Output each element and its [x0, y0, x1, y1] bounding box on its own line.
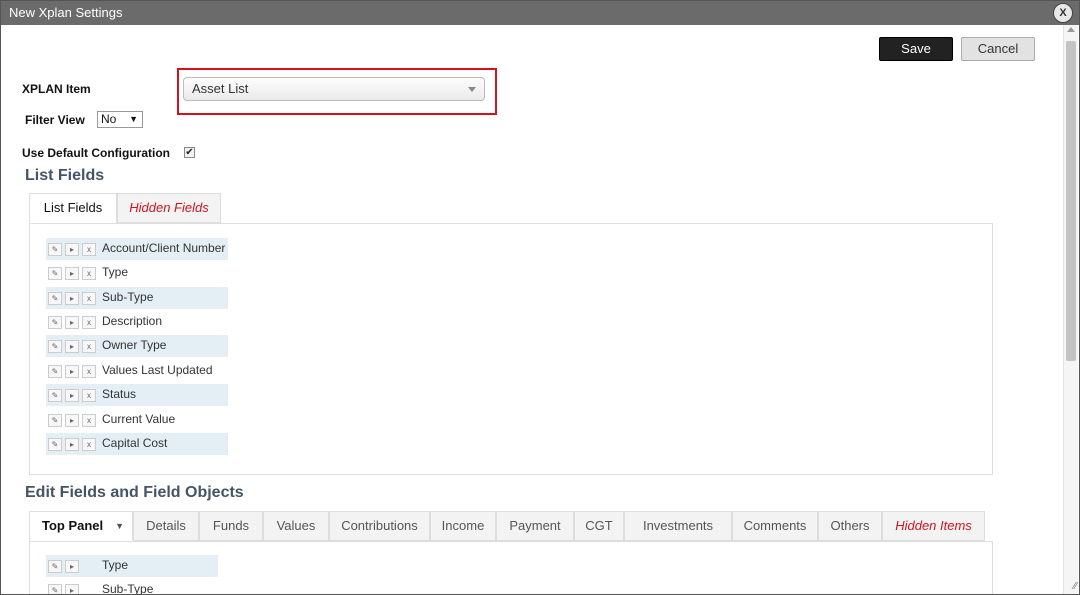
filter-view-label: Filter View [25, 113, 85, 127]
list-item[interactable]: ✎ ▸ x Owner Type [46, 335, 228, 357]
list-item-label: Owner Type [102, 338, 167, 352]
dialog-content: Save Cancel XPLAN Item Asset List Filter… [3, 25, 1063, 594]
tab-investments[interactable]: Investments [624, 511, 732, 541]
remove-icon[interactable]: x [82, 316, 96, 329]
dialog-title: New Xplan Settings [9, 5, 123, 20]
list-fields-panel: ✎ ▸ x Account/Client Number ✎ ▸ x Type ✎… [29, 223, 993, 475]
scroll-up-icon[interactable] [1067, 27, 1075, 32]
xplan-item-select[interactable]: Asset List [183, 77, 485, 101]
tab-cgt[interactable]: CGT [574, 511, 624, 541]
chevron-down-icon [468, 87, 476, 92]
list-item[interactable]: ✎ ▸ Type [46, 555, 218, 577]
tab-contributions[interactable]: Contributions [329, 511, 430, 541]
tab-top-panel-label: Top Panel [42, 518, 104, 533]
tab-comments[interactable]: Comments [732, 511, 818, 541]
tab-hidden-items[interactable]: Hidden Items [882, 511, 985, 541]
list-item[interactable]: ✎ ▸ x Type [46, 262, 228, 284]
arrow-right-icon[interactable]: ▸ [65, 365, 79, 378]
arrow-right-icon[interactable]: ▸ [65, 414, 79, 427]
list-item-label: Values Last Updated [102, 363, 213, 377]
edit-fields-heading: Edit Fields and Field Objects [25, 484, 244, 501]
tab-top-panel[interactable]: Top Panel ▼ [29, 511, 133, 541]
resize-grip-icon[interactable]: ⁄⁄ [1067, 582, 1077, 592]
list-item-label: Account/Client Number [102, 241, 226, 255]
remove-icon[interactable]: x [82, 340, 96, 353]
pencil-icon[interactable]: ✎ [48, 584, 62, 594]
tab-values[interactable]: Values [263, 511, 329, 541]
scroll-thumb[interactable] [1066, 41, 1076, 361]
pencil-icon[interactable]: ✎ [48, 243, 62, 256]
pencil-icon[interactable]: ✎ [48, 292, 62, 305]
list-item-label: Type [102, 558, 129, 572]
remove-icon[interactable]: x [82, 267, 96, 280]
arrow-right-icon[interactable]: ▸ [65, 584, 79, 594]
list-item-label: Description [102, 314, 163, 328]
list-item-label: Status [102, 387, 137, 401]
pencil-icon[interactable]: ✎ [48, 438, 62, 451]
arrow-right-icon[interactable]: ▸ [65, 389, 79, 402]
list-item-label: Capital Cost [102, 436, 168, 450]
pencil-icon[interactable]: ✎ [48, 267, 62, 280]
arrow-right-icon[interactable]: ▸ [65, 316, 79, 329]
triangle-down-icon: ▼ [129, 114, 138, 124]
pencil-icon[interactable]: ✎ [48, 365, 62, 378]
pencil-icon[interactable]: ✎ [48, 389, 62, 402]
use-default-checkbox[interactable]: ✔ [184, 147, 195, 158]
remove-icon[interactable]: x [82, 438, 96, 451]
pencil-icon[interactable]: ✎ [48, 560, 62, 573]
pencil-icon[interactable]: ✎ [48, 316, 62, 329]
list-item[interactable]: ✎ ▸ x Values Last Updated [46, 360, 228, 382]
remove-icon[interactable]: x [82, 414, 96, 427]
tab-income[interactable]: Income [430, 511, 496, 541]
remove-icon[interactable]: x [82, 243, 96, 256]
list-item-label: Sub-Type [102, 582, 154, 594]
xplan-item-label: XPLAN Item [22, 82, 91, 96]
list-item[interactable]: ✎ ▸ x Status [46, 384, 228, 406]
list-item-label: Current Value [102, 412, 176, 426]
tab-funds[interactable]: Funds [199, 511, 263, 541]
pencil-icon[interactable]: ✎ [48, 414, 62, 427]
tab-hidden-fields[interactable]: Hidden Fields [117, 193, 221, 223]
save-button[interactable]: Save [879, 37, 953, 61]
edit-fields-panel: ✎ ▸ Type ✎ ▸ Sub-Type [29, 541, 993, 594]
list-item[interactable]: ✎ ▸ x Capital Cost [46, 433, 228, 455]
chevron-down-icon: ▼ [115, 521, 124, 531]
arrow-right-icon[interactable]: ▸ [65, 267, 79, 280]
arrow-right-icon[interactable]: ▸ [65, 340, 79, 353]
use-default-label: Use Default Configuration [22, 146, 171, 160]
list-item[interactable]: ✎ ▸ x Account/Client Number [46, 238, 228, 260]
list-item[interactable]: ✎ ▸ x Description [46, 311, 228, 333]
tab-details[interactable]: Details [133, 511, 199, 541]
list-item[interactable]: ✎ ▸ Sub-Type [46, 579, 218, 594]
list-item[interactable]: ✎ ▸ x Current Value [46, 409, 228, 431]
filter-view-value: No [101, 112, 117, 126]
filter-view-select[interactable]: No ▼ [97, 111, 143, 128]
remove-icon[interactable]: x [82, 389, 96, 402]
tab-others[interactable]: Others [818, 511, 882, 541]
arrow-right-icon[interactable]: ▸ [65, 292, 79, 305]
xplan-item-value: Asset List [192, 81, 249, 96]
list-item-label: Sub-Type [102, 290, 154, 304]
arrow-right-icon[interactable]: ▸ [65, 560, 79, 573]
dialog-titlebar: New Xplan Settings [1, 1, 1079, 25]
settings-dialog: New Xplan Settings X Save Cancel XPLAN I… [0, 0, 1080, 595]
arrow-right-icon[interactable]: ▸ [65, 243, 79, 256]
list-item[interactable]: ✎ ▸ x Sub-Type [46, 287, 228, 309]
tab-list-fields[interactable]: List Fields [29, 193, 117, 223]
cancel-button[interactable]: Cancel [961, 37, 1035, 61]
remove-icon[interactable]: x [82, 292, 96, 305]
arrow-right-icon[interactable]: ▸ [65, 438, 79, 451]
list-fields-heading: List Fields [25, 167, 105, 184]
tab-payment[interactable]: Payment [496, 511, 574, 541]
pencil-icon[interactable]: ✎ [48, 340, 62, 353]
close-icon[interactable]: X [1053, 3, 1073, 23]
remove-icon[interactable]: x [82, 365, 96, 378]
vertical-scrollbar[interactable] [1063, 25, 1078, 594]
list-item-label: Type [102, 265, 129, 279]
